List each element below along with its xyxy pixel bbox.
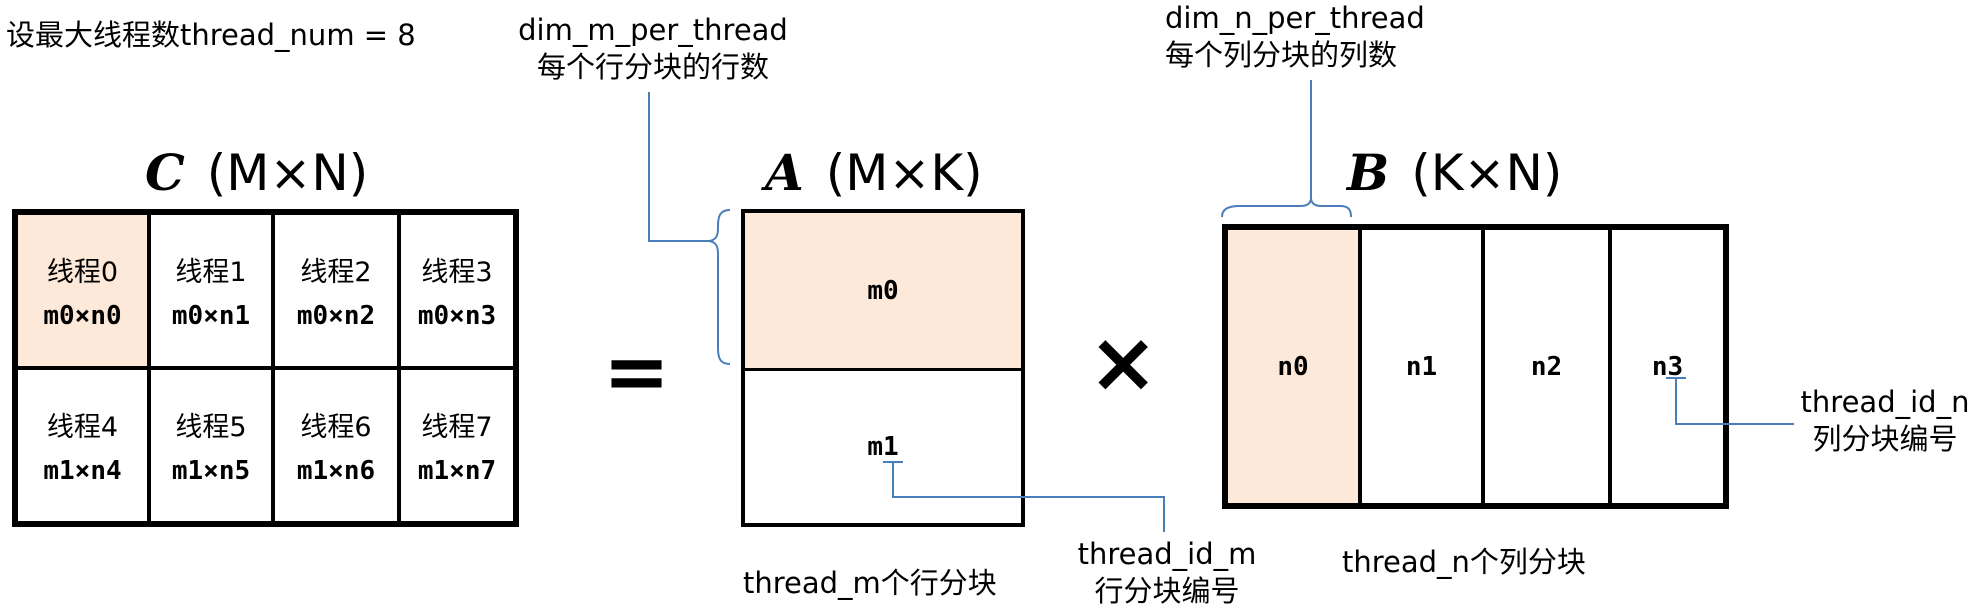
id-m-leader xyxy=(883,461,1165,532)
dim-n-brace xyxy=(1221,198,1352,218)
dim-m-brace xyxy=(708,209,731,365)
id-n-leader xyxy=(1666,377,1794,425)
annotation-lines xyxy=(648,80,1794,532)
dim-m-leader xyxy=(648,92,709,242)
diagram: 设最大线程数thread_num = 8 C (M×N) 线程0 m0×n0 线程1 m… xyxy=(0,0,1975,614)
